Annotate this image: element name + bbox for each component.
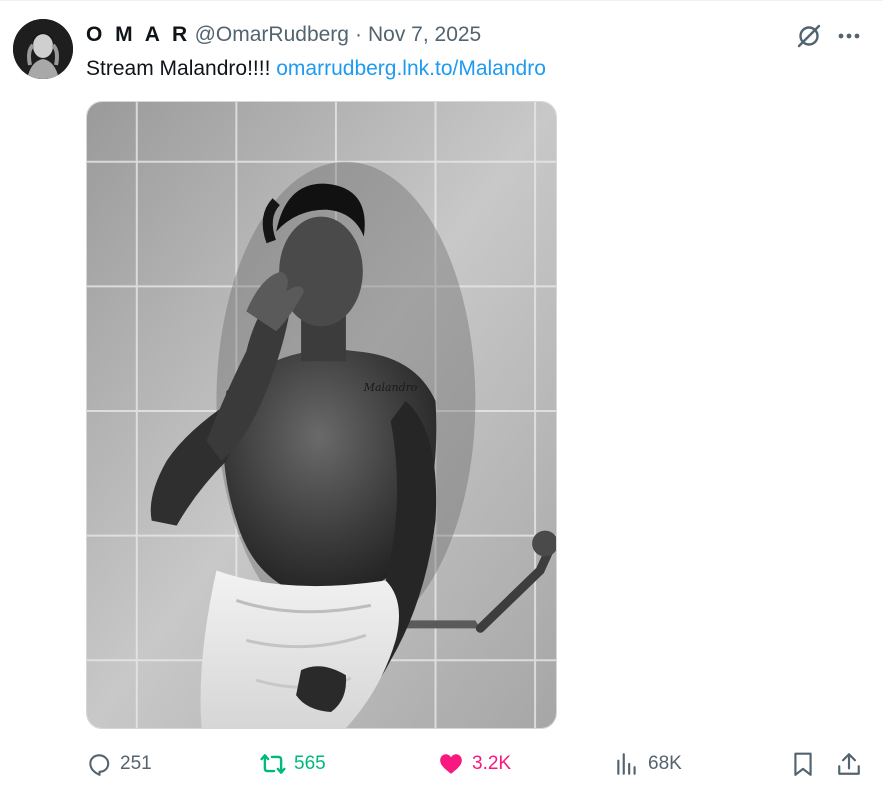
share-button[interactable] xyxy=(836,747,862,781)
share-icon xyxy=(838,753,860,775)
post-link[interactable]: omarrudberg.lnk.to/Malandro xyxy=(276,57,546,80)
reply-icon xyxy=(89,754,110,776)
reply-button[interactable]: 251 xyxy=(86,747,152,781)
post-text: Stream Malandro!!!! omarrudberg.lnk.to/M… xyxy=(86,55,546,83)
post-header: O M A R @OmarRudberg · Nov 7, 2025 xyxy=(86,22,481,48)
repost-count: 565 xyxy=(294,753,326,774)
repost-button[interactable]: 565 xyxy=(260,747,326,781)
views-button[interactable]: 68K xyxy=(614,747,682,781)
display-name[interactable]: O M A R xyxy=(86,22,191,48)
repost-icon xyxy=(260,754,286,774)
post-date[interactable]: Nov 7, 2025 xyxy=(368,22,481,48)
grok-icon[interactable] xyxy=(795,22,823,50)
post-photo[interactable]: Malandro xyxy=(86,101,557,729)
reply-count: 251 xyxy=(120,753,152,774)
like-icon xyxy=(440,754,462,774)
separator: · xyxy=(354,23,362,46)
more-icon[interactable] xyxy=(836,25,862,47)
post: O M A R @OmarRudberg · Nov 7, 2025 Strea… xyxy=(0,0,883,792)
bookmark-icon xyxy=(794,752,812,776)
like-button[interactable]: 3.2K xyxy=(438,747,511,781)
like-count: 3.2K xyxy=(472,753,512,774)
bookmark-button[interactable] xyxy=(790,747,816,781)
post-text-body: Stream Malandro!!!! xyxy=(86,57,271,80)
user-handle[interactable]: @OmarRudberg xyxy=(195,22,349,48)
tattoo-text: Malandro xyxy=(363,381,418,394)
views-icon xyxy=(617,753,636,775)
action-bar: 251 565 3.2K 68K xyxy=(86,747,866,781)
avatar[interactable] xyxy=(13,19,73,79)
view-count: 68K xyxy=(648,753,682,774)
